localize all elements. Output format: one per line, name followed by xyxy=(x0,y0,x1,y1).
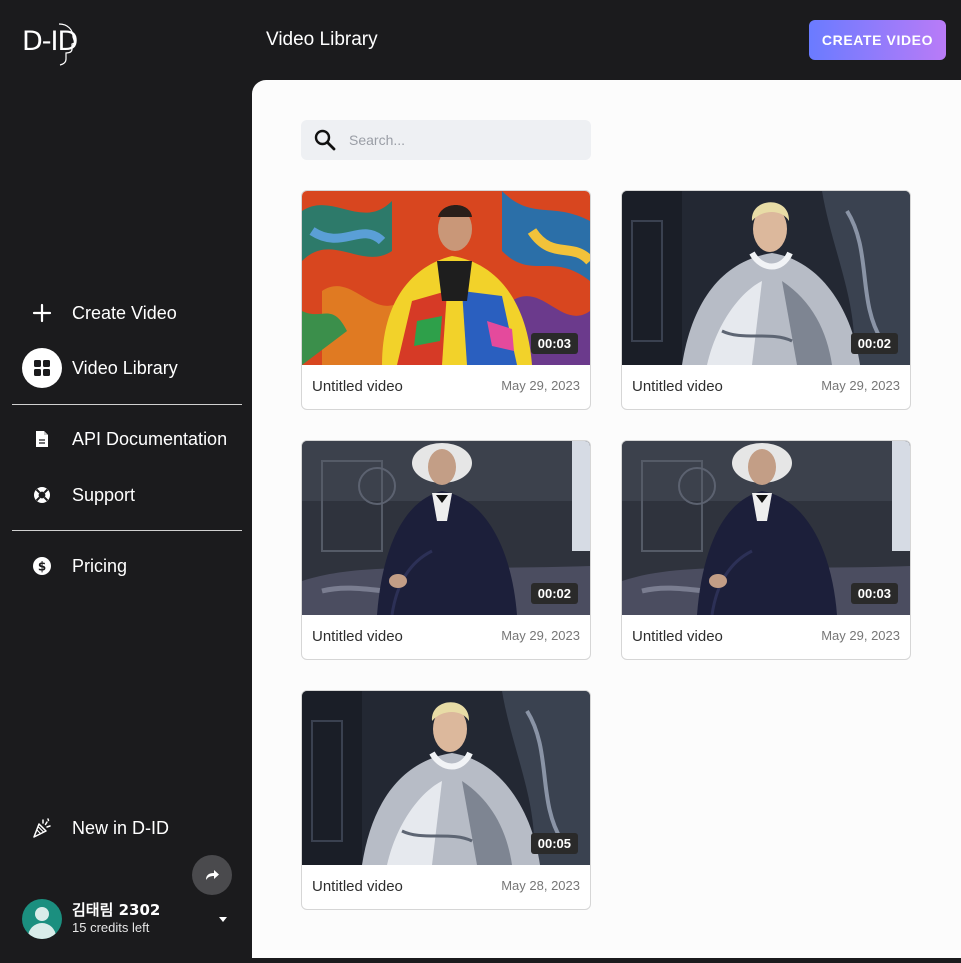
party-popper-icon xyxy=(22,808,62,848)
sidebar-item-label: Create Video xyxy=(72,302,177,323)
video-card[interactable]: 00:03 Untitled video May 29, 2023 xyxy=(301,190,591,410)
video-title: Untitled video xyxy=(312,378,403,395)
sidebar-item-create-video[interactable]: Create Video xyxy=(22,293,177,333)
d-id-logo[interactable]: D-ID xyxy=(22,22,78,68)
sidebar: D-ID Create Video Video Library API Docu… xyxy=(0,0,252,963)
user-name: 김태림 2302 xyxy=(72,901,161,919)
caret-down-icon[interactable] xyxy=(219,917,227,922)
sidebar-item-label: API Documentation xyxy=(72,428,228,449)
video-date: May 28, 2023 xyxy=(501,878,580,893)
sidebar-item-label: Support xyxy=(72,484,136,505)
video-title: Untitled video xyxy=(312,878,403,895)
search-icon xyxy=(313,128,337,152)
sidebar-item-label: Pricing xyxy=(72,555,128,576)
video-title: Untitled video xyxy=(632,378,723,395)
share-arrow-icon xyxy=(206,870,219,880)
grid-icon xyxy=(22,348,62,388)
sidebar-item-new-in-d-id[interactable]: New in D-ID xyxy=(22,808,169,848)
video-duration: 00:03 xyxy=(850,583,898,604)
video-date: May 29, 2023 xyxy=(501,378,580,393)
search-bar[interactable] xyxy=(301,120,591,160)
page-title: Video Library xyxy=(266,29,378,50)
video-card[interactable]: 00:02 Untitled video May 29, 2023 xyxy=(301,440,591,660)
lifebuoy-icon xyxy=(22,475,62,515)
main-content: 00:03 Untitled video May 29, 2023 00:02 … xyxy=(252,80,961,958)
video-duration: 00:02 xyxy=(850,333,898,354)
collapse-sidebar-button[interactable] xyxy=(192,855,232,895)
sidebar-item-pricing[interactable]: $ Pricing xyxy=(22,546,127,586)
video-title: Untitled video xyxy=(632,628,723,645)
video-card[interactable]: 00:03 Untitled video May 29, 2023 xyxy=(621,440,911,660)
sidebar-item-support[interactable]: Support xyxy=(22,475,135,515)
sidebar-item-api-documentation[interactable]: API Documentation xyxy=(22,419,227,459)
video-duration: 00:02 xyxy=(530,583,578,604)
plus-icon xyxy=(22,293,62,333)
video-title: Untitled video xyxy=(312,628,403,645)
video-date: May 29, 2023 xyxy=(501,628,580,643)
sidebar-item-label: New in D-ID xyxy=(72,817,170,838)
avatar xyxy=(22,899,62,939)
svg-text:$: $ xyxy=(38,560,46,574)
window-bottom-edge xyxy=(0,958,961,963)
user-credits: 15 credits left xyxy=(72,920,150,935)
video-date: May 29, 2023 xyxy=(821,378,900,393)
sidebar-divider xyxy=(12,530,242,531)
video-card[interactable]: 00:05 Untitled video May 28, 2023 xyxy=(301,690,591,910)
create-video-button[interactable]: CREATE VIDEO xyxy=(809,20,946,60)
document-icon xyxy=(22,419,62,459)
search-input[interactable] xyxy=(349,132,579,148)
sidebar-item-label: Video Library xyxy=(72,357,178,378)
dollar-icon: $ xyxy=(22,546,62,586)
user-profile[interactable]: 김태림 2302 15 credits left xyxy=(22,899,237,939)
video-duration: 00:03 xyxy=(530,333,578,354)
video-duration: 00:05 xyxy=(530,833,578,854)
face-profile-icon xyxy=(58,23,76,66)
video-card[interactable]: 00:02 Untitled video May 29, 2023 xyxy=(621,190,911,410)
video-date: May 29, 2023 xyxy=(821,628,900,643)
sidebar-divider xyxy=(12,404,242,405)
sidebar-item-video-library[interactable]: Video Library xyxy=(22,348,178,388)
